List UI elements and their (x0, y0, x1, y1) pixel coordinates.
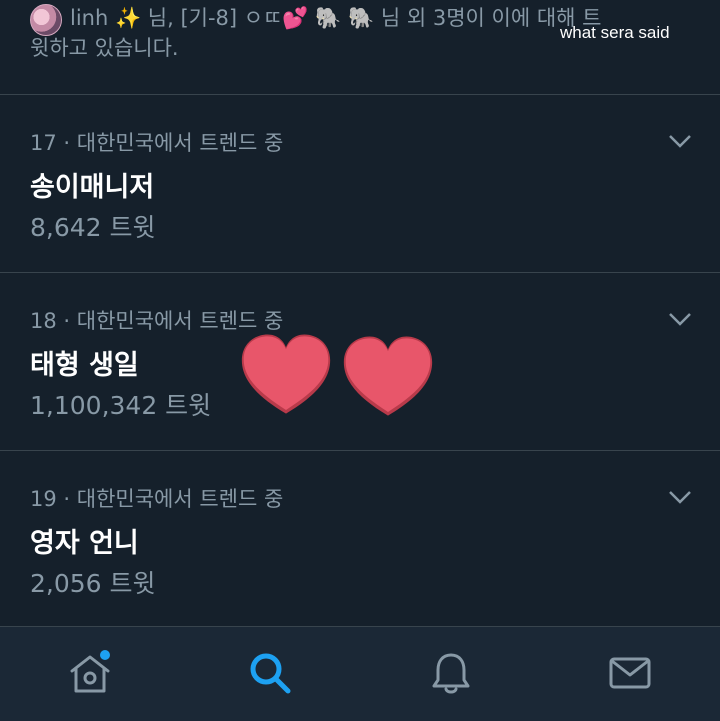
trend-item-17[interactable]: 17 · 대한민국에서 트렌드 중 송이매니저 8,642 트윗 (0, 95, 720, 273)
trend-item-19[interactable]: 19 · 대한민국에서 트렌드 중 영자 언니 2,056 트윗 (0, 451, 720, 629)
bell-icon[interactable] (427, 649, 475, 697)
chevron-down-icon[interactable] (668, 133, 692, 149)
watermark-text: what sera said (560, 23, 670, 42)
social-context-text-continued: 윗하고 있습니다. (30, 36, 179, 60)
bottom-tab-bar (0, 626, 720, 721)
chevron-down-icon[interactable] (668, 311, 692, 327)
trend-name[interactable]: 태형 생일 (30, 343, 139, 382)
trend-meta: 19 · 대한민국에서 트렌드 중 (30, 487, 284, 511)
home-icon[interactable] (66, 649, 114, 697)
search-icon[interactable] (246, 649, 294, 697)
heart-icon (343, 336, 433, 416)
trend-name[interactable]: 영자 언니 (30, 521, 139, 560)
notification-dot-icon (100, 650, 110, 660)
trend-meta: 17 · 대한민국에서 트렌드 중 (30, 131, 284, 155)
trend-name[interactable]: 송이매니저 (30, 165, 154, 204)
trend-tweet-count: 2,056 트윗 (30, 569, 156, 598)
avatar[interactable] (30, 4, 62, 36)
trend-tweet-count: 8,642 트윗 (30, 213, 156, 242)
chevron-down-icon[interactable] (668, 489, 692, 505)
social-context-row[interactable]: linh ✨ 님, [기-8] ㅇㄸ💕 🐘 🐘 님 외 3명이 이에 대해 트 … (0, 0, 720, 95)
heart-icon (241, 334, 331, 414)
mail-icon[interactable] (606, 649, 654, 697)
trend-tweet-count: 1,100,342 트윗 (30, 391, 212, 420)
